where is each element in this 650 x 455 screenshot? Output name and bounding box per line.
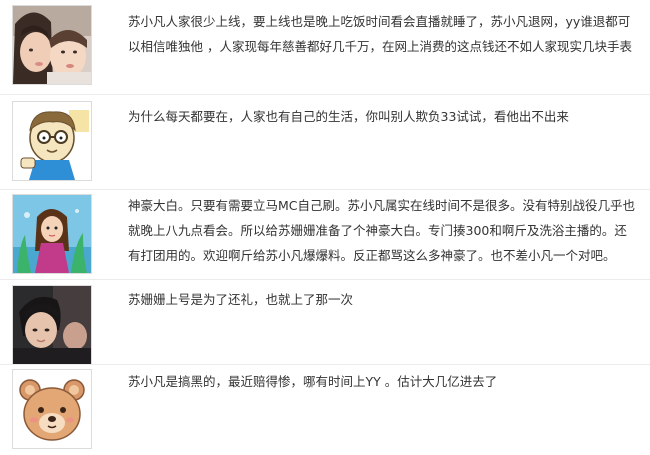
- user-avatar[interactable]: [12, 369, 92, 449]
- comment-item: 为什么每天都要在，人家也有自己的生活，你叫别人欺负33试试，看他出不出来: [0, 95, 650, 190]
- user-avatar[interactable]: [12, 5, 92, 85]
- comment-item: 神豪大白。只要有需要立马MC自己刷。苏小凡属实在线时间不是很多。没有特别战役几乎…: [0, 190, 650, 280]
- comment-line: 苏姗姗上号是为了还礼，也就上了那一次: [128, 292, 354, 307]
- user-avatar[interactable]: [12, 285, 92, 365]
- comment-line: 为什么每天都要在，人家也有自己的生活，你叫别人欺负33试试，看他出不出来: [128, 109, 569, 124]
- comment-text: 为什么每天都要在，人家也有自己的生活，你叫别人欺负33试试，看他出不出来: [128, 104, 648, 129]
- comment-text: 神豪大白。只要有需要立马MC自己刷。苏小凡属实在线时间不是很多。没有特别战役几乎…: [128, 193, 648, 268]
- comment-line: 就晚上八九点看会。所以给苏姗姗准备了个神豪大白。专门揍300和啊斤及洗浴主播的。…: [128, 223, 627, 238]
- comment-line: 苏小凡是搞黑的，最近赔得惨，哪有时间上YY 。估计大几亿进去了: [128, 374, 498, 389]
- cartoon-girl-aquarium-icon: [13, 195, 91, 273]
- user-avatar[interactable]: [12, 194, 92, 274]
- comment-line: 苏小凡人家很少上线，要上线也是晚上吃饭时间看会直播就睡了，苏小凡退网，yy谁退都…: [128, 14, 631, 29]
- toddler-kissing-photo-icon: [13, 6, 91, 84]
- cartoon-bear-icon: [13, 370, 91, 448]
- comment-text: 苏姗姗上号是为了还礼，也就上了那一次: [128, 287, 648, 312]
- comment-line: 有打团用的。欢迎啊斤给苏小凡爆爆料。反正都骂这么多神豪了。也不差小凡一个对吧。: [128, 248, 616, 263]
- cartoon-glasses-boy-icon: [13, 102, 91, 180]
- comment-text: 苏小凡是搞黑的，最近赔得惨，哪有时间上YY 。估计大几亿进去了: [128, 369, 648, 394]
- dark-selfie-photo-icon: [13, 286, 91, 364]
- comment-text: 苏小凡人家很少上线，要上线也是晚上吃饭时间看会直播就睡了，苏小凡退网，yy谁退都…: [128, 9, 648, 59]
- comment-line: 神豪大白。只要有需要立马MC自己刷。苏小凡属实在线时间不是很多。没有特别战役几乎…: [128, 198, 636, 213]
- user-avatar[interactable]: [12, 101, 92, 181]
- comment-item: 苏小凡人家很少上线，要上线也是晚上吃饭时间看会直播就睡了，苏小凡退网，yy谁退都…: [0, 0, 650, 95]
- comment-item: 苏姗姗上号是为了还礼，也就上了那一次: [0, 280, 650, 365]
- comment-line: 以相信唯独他 ，人家现每年慈善都好几千万，在网上消费的这点钱还不如人家现实几块手…: [128, 39, 632, 54]
- comment-item: 苏小凡是搞黑的，最近赔得惨，哪有时间上YY 。估计大几亿进去了: [0, 365, 650, 455]
